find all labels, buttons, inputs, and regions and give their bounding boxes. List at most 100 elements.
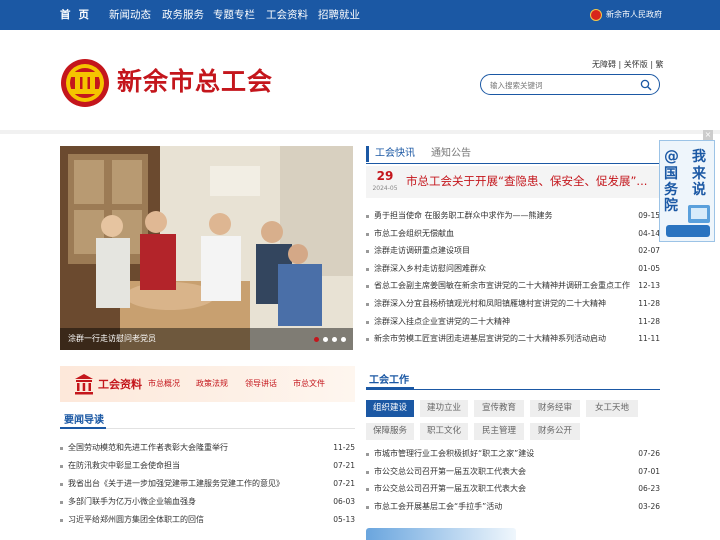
widget-char: @	[664, 147, 679, 165]
headline-title[interactable]: 市总工会关于开展“查隐患、保安全、促发展”...	[406, 173, 658, 189]
search-icon[interactable]	[640, 79, 652, 91]
resources-link[interactable]: 市总文件	[293, 378, 325, 389]
union-work-item-date: 07-01	[638, 466, 660, 476]
important-news-item-title[interactable]: 全国劳动模范和先进工作者表彰大会隆重举行	[68, 440, 330, 456]
union-emblem-icon	[61, 59, 109, 107]
slider-caption-text: 涂群一行走访慰问老党员	[68, 334, 156, 343]
slider-dot[interactable]	[314, 337, 319, 342]
widget-char: 国	[664, 166, 678, 182]
list-item[interactable]: 多部门联手为亿万小微企业输血强身 06-03	[60, 494, 355, 512]
tab-women-workers[interactable]: 女工天地	[586, 400, 638, 417]
tab-security-services[interactable]: 保障服务	[366, 423, 414, 440]
nav-item-news[interactable]: 新闻动态	[109, 0, 151, 30]
close-icon[interactable]: ×	[703, 130, 713, 140]
list-item[interactable]: 市城市管理行业工会积极抓好“职工之家”建设 07-26	[366, 445, 660, 463]
union-work-item-date: 03-26	[638, 501, 660, 511]
list-item[interactable]: 市公交总公司召开第一届五次职工代表大会 07-01	[366, 463, 660, 481]
union-work-item-title[interactable]: 市公交总公司召开第一届五次职工代表大会	[374, 480, 636, 497]
union-work-item-title[interactable]: 市总工会开展基层工会“手拉手”活动	[374, 498, 636, 515]
news-item-date: 09-15	[638, 211, 660, 220]
important-news-item-title[interactable]: 我省出台《关于进一步加强党建带工建服务党建工作的意见》	[68, 476, 330, 492]
accessibility-links[interactable]: 无障碍 | 关怀版 | 繁	[592, 59, 664, 70]
important-news-list: 全国劳动模范和先进工作者表彰大会隆重举行 11-25 在防汛救灾中彰显工会使命担当…	[60, 440, 355, 530]
list-item[interactable]: 涂群走访调研重点建设项目 02-07	[366, 242, 660, 260]
building-icon	[75, 374, 93, 395]
widget-char: 务	[664, 181, 679, 198]
slider-dot[interactable]	[341, 337, 346, 342]
nav-item-home[interactable]: 首页	[60, 0, 97, 30]
tab-org-building[interactable]: 组织建设	[366, 400, 414, 417]
news-list: 勇于担当使命 在服务职工群众中求作为——熊建务 09-15 市总工会组织无偿献血 0…	[366, 207, 660, 348]
news-item-title[interactable]: 省总工会副主席姜国敏在新余市宣讲党的二十大精神并调研工会重点工作	[374, 277, 636, 294]
list-item[interactable]: 市总工会开展基层工会“手拉手”活动 03-26	[366, 498, 660, 516]
resources-link[interactable]: 政策法规	[196, 378, 228, 389]
important-news-header: 要闻导读	[60, 408, 355, 429]
important-news-item-title[interactable]: 在防汛救灾中彰显工会使命担当	[68, 458, 330, 474]
site-title: 新余市总工会	[117, 67, 274, 96]
gov-link[interactable]: 新余市人民政府	[606, 0, 662, 30]
list-item[interactable]: 市公交总公司召开第一届五次职工代表大会 06-23	[366, 480, 660, 498]
important-news-item-title[interactable]: 多部门联手为亿万小微企业输血强身	[68, 494, 330, 510]
headline-news[interactable]: 29 2024-05 市总工会关于开展“查隐患、保安全、促发展”...	[366, 166, 660, 198]
news-item-title[interactable]: 涂群深入分宜县杨桥镇观光村和凤阳镇雁塘村宣讲党的二十大精神	[374, 295, 636, 312]
tab-worker-culture[interactable]: 职工文化	[420, 423, 468, 440]
widget-char: 说	[692, 181, 706, 198]
important-news-item-title[interactable]: 习近平给郑州圆方集团全体职工的回信	[68, 512, 330, 528]
headline-date: 29 2024-05	[370, 168, 400, 196]
list-item[interactable]: 习近平给郑州圆方集团全体职工的回信 05-13	[60, 512, 355, 530]
list-item[interactable]: 在防汛救灾中彰显工会使命担当 07-21	[60, 458, 355, 476]
list-item[interactable]: 我省出台《关于进一步加强党建带工建服务党建工作的意见》 07-21	[60, 476, 355, 494]
tab-finance-public[interactable]: 财务公开	[530, 423, 580, 440]
photo-slider[interactable]: 涂群一行走访慰问老党员	[60, 146, 353, 350]
list-item[interactable]: 涂群深入分宜县杨桥镇观光村和凤阳镇雁塘村宣讲党的二十大精神 11-28	[366, 295, 660, 313]
list-item[interactable]: 勇于担当使命 在服务职工群众中求作为——熊建务 09-15	[366, 207, 660, 225]
resources-link[interactable]: 市总概况	[148, 378, 180, 389]
nav-item-jobs[interactable]: 招聘就业	[318, 0, 360, 30]
widget-char: 院	[664, 197, 678, 214]
union-work-item-title[interactable]: 市公交总公司召开第一届五次职工代表大会	[374, 463, 636, 480]
feedback-banner[interactable]: @ 国 务 院 我 来 说	[659, 140, 715, 242]
news-item-title[interactable]: 新余市劳模工匠宣讲团走进基层宣讲党的二十大精神系列活动启动	[374, 330, 636, 347]
tab-union-news[interactable]: 工会快讯	[366, 146, 415, 162]
news-tabs: 工会快讯 通知公告	[366, 146, 660, 164]
important-news-item-date: 05-13	[333, 515, 355, 524]
resources-banner: 工会资料 市总概况 政策法规 领导讲话 市总文件	[60, 366, 355, 402]
slider-dot[interactable]	[323, 337, 328, 342]
important-news-item-date: 06-03	[333, 497, 355, 506]
bottom-banner[interactable]	[366, 528, 516, 540]
tab-publicity[interactable]: 宣传教育	[474, 400, 524, 417]
news-item-title[interactable]: 涂群深入挂点企业宣讲党的二十大精神	[374, 313, 636, 330]
news-item-title[interactable]: 市总工会组织无偿献血	[374, 225, 636, 242]
union-work-header: 工会工作	[366, 366, 660, 390]
news-item-title[interactable]: 勇于担当使命 在服务职工群众中求作为——熊建务	[374, 207, 636, 224]
important-news-item-date: 11-25	[333, 443, 355, 452]
list-item[interactable]: 新余市劳模工匠宣讲团走进基层宣讲党的二十大精神系列活动启动 11-11	[366, 330, 660, 348]
floating-widget[interactable]: × @ 国 务 院 我 来 说	[659, 130, 715, 242]
nav-item-services[interactable]: 政务服务	[162, 0, 204, 30]
nav-item-resources[interactable]: 工会资料	[266, 0, 308, 30]
nav-item-topics[interactable]: 专题专栏	[213, 0, 255, 30]
list-item[interactable]: 涂群深入乡村走访慰问困难群众 01-05	[366, 260, 660, 278]
union-work-item-title[interactable]: 市城市管理行业工会积极抓好“职工之家”建设	[374, 445, 636, 462]
tab-achievement[interactable]: 建功立业	[420, 400, 468, 417]
tab-notices[interactable]: 通知公告	[431, 146, 471, 162]
list-item[interactable]: 全国劳动模范和先进工作者表彰大会隆重举行 11-25	[60, 440, 355, 458]
news-item-title[interactable]: 涂群深入乡村走访慰问困难群众	[374, 260, 636, 277]
tab-finance-audit[interactable]: 财务经审	[530, 400, 580, 417]
slider-dot[interactable]	[332, 337, 337, 342]
news-item-date: 04-14	[638, 228, 660, 238]
tab-democratic-management[interactable]: 民主管理	[474, 423, 524, 440]
widget-char: 我	[692, 149, 706, 165]
resources-link[interactable]: 领导讲话	[245, 378, 277, 389]
national-emblem-icon	[590, 9, 602, 21]
list-item[interactable]: 涂群深入挂点企业宣讲党的二十大精神 11-28	[366, 313, 660, 331]
slider-caption: 涂群一行走访慰问老党员	[60, 328, 353, 350]
news-item-date: 11-28	[638, 316, 660, 326]
union-work-item-date: 06-23	[638, 484, 660, 494]
list-item[interactable]: 省总工会副主席姜国敏在新余市宣讲党的二十大精神并调研工会重点工作 12-13	[366, 277, 660, 295]
news-item-title[interactable]: 涂群走访调研重点建设项目	[374, 242, 636, 259]
news-item-date: 11-28	[638, 298, 660, 308]
list-item[interactable]: 市总工会组织无偿献血 04-14	[366, 225, 660, 243]
news-item-date: 12-13	[638, 281, 660, 291]
search-input[interactable]	[490, 78, 635, 92]
